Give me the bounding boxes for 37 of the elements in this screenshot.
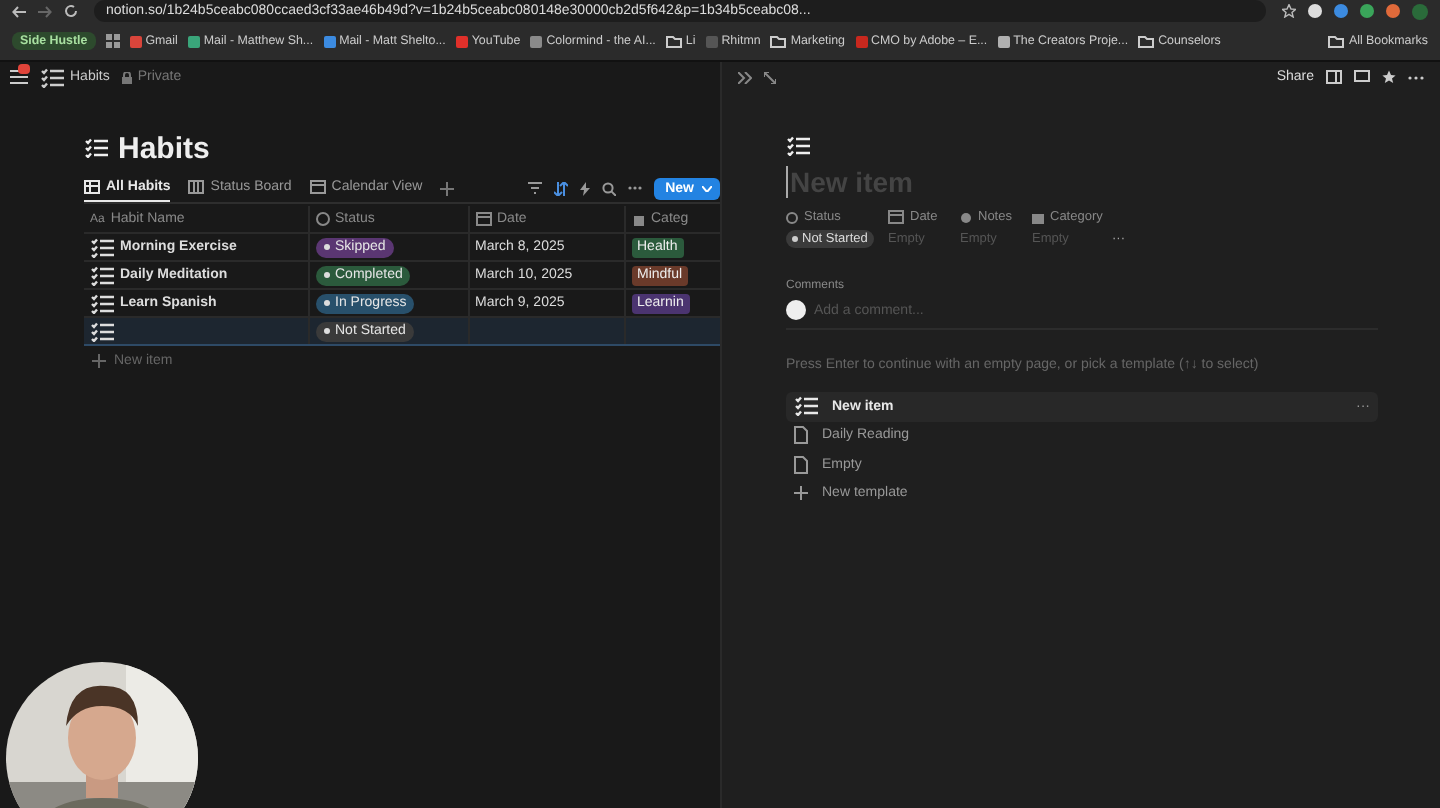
notification-badge — [18, 64, 30, 74]
avatar — [786, 300, 806, 320]
calendar-icon — [475, 212, 491, 226]
reload-icon[interactable] — [64, 4, 78, 18]
panel-icon[interactable] — [1326, 70, 1342, 84]
tag-icon — [631, 212, 645, 226]
back-icon[interactable] — [12, 5, 26, 17]
collapse-icon[interactable] — [738, 71, 752, 83]
status-icon — [315, 212, 329, 226]
lightning-icon[interactable] — [579, 181, 590, 195]
checklist-icon — [794, 396, 818, 417]
columns-icon — [188, 180, 205, 194]
star-icon[interactable] — [1282, 4, 1296, 18]
menu-icon[interactable] — [10, 70, 28, 84]
search-icon[interactable] — [601, 181, 616, 195]
star-icon[interactable] — [1382, 70, 1396, 84]
folder-icon — [1328, 35, 1345, 47]
expand-icon[interactable] — [764, 71, 776, 83]
database-title: Habits — [118, 131, 210, 165]
calendar-icon — [309, 180, 326, 194]
apps-grid-icon[interactable] — [105, 34, 120, 48]
notes-icon — [960, 211, 972, 223]
caret-icon[interactable] — [702, 185, 712, 191]
lock-icon — [121, 71, 132, 83]
forward-icon[interactable] — [38, 5, 52, 17]
table-icon — [84, 180, 100, 194]
status-icon — [786, 211, 798, 223]
plus-icon — [92, 353, 106, 367]
plus-icon — [794, 486, 808, 501]
tag-icon — [1032, 211, 1044, 223]
folder-icon — [770, 35, 787, 47]
folder-icon — [1138, 35, 1155, 47]
sort-icon[interactable] — [553, 181, 568, 195]
folder-icon — [665, 35, 682, 47]
calendar-icon — [888, 210, 904, 224]
filter-icon[interactable] — [527, 182, 542, 194]
plus-icon — [440, 181, 455, 195]
